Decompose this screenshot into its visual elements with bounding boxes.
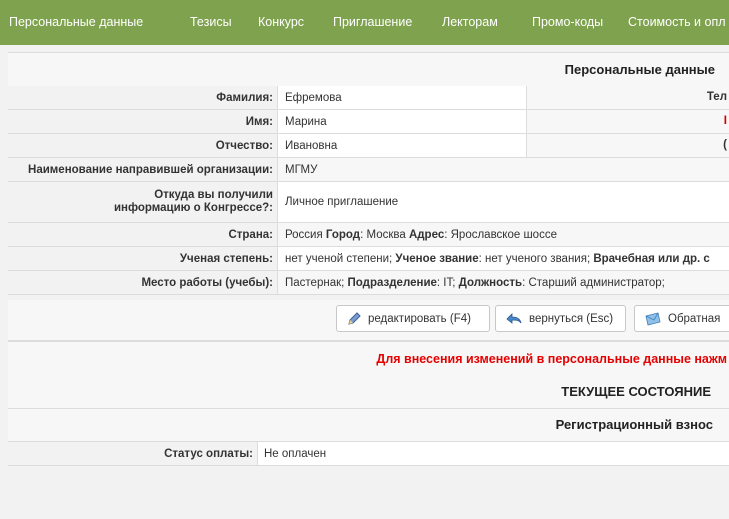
envelope-icon: [645, 312, 661, 325]
registration-fee-header: Регистрационный взнос: [8, 409, 729, 442]
phone-label: Тел: [706, 91, 727, 103]
degree-text: нет ученой степени;: [285, 252, 393, 265]
degree-label: Ученая степень:: [8, 247, 278, 270]
right-cell-2-label: I: [723, 115, 727, 127]
nav-tab-lecturers[interactable]: Лекторам: [442, 0, 498, 45]
nav-tab-cost-payment[interactable]: Стоимость и опл: [628, 0, 726, 45]
surname-label: Фамилия:: [8, 86, 278, 109]
name-label: Имя:: [8, 110, 278, 133]
phone-cell: Тел: [526, 86, 729, 109]
payment-status-label: Статус оплаты:: [8, 442, 258, 465]
workplace-label: Место работы (учебы):: [8, 271, 278, 294]
registration-fee-title: Регистрационный взнос: [555, 417, 713, 432]
location-row: Страна: Россия Город: Москва Адрес: Ярос…: [8, 223, 729, 247]
feedback-button[interactable]: Обратная: [634, 305, 729, 332]
personal-data-section-header: Персональные данные: [8, 52, 729, 87]
feedback-button-label: Обратная: [668, 312, 721, 325]
pencil-icon: [348, 311, 361, 325]
workplace-row: Место работы (учебы): Пастернак; Подразд…: [8, 271, 729, 295]
action-button-bar: редактировать (F4) вернуться (Esc) Обрат…: [8, 300, 729, 341]
edit-notice-bar: Для внесения изменений в персональные да…: [8, 341, 729, 377]
source-label-line1: Откуда вы получили: [154, 189, 273, 201]
name-value: Марина: [285, 115, 327, 128]
department-value: IT;: [443, 276, 456, 289]
payment-status-row: Статус оплаты: Не оплачен: [8, 442, 729, 466]
city-label: Город: [325, 228, 361, 241]
workplace-text: Пастернак;: [285, 276, 345, 289]
source-row: Откуда вы получили информацию о Конгресс…: [8, 182, 729, 223]
department-label: Подразделение: [347, 276, 437, 289]
position-label: Врачебная или др. с: [593, 252, 710, 265]
back-button-label: вернуться (Esc): [529, 312, 614, 325]
edit-button[interactable]: редактировать (F4): [336, 305, 490, 332]
nav-tab-contest[interactable]: Конкурс: [258, 0, 304, 45]
section-title: Персональные данные: [564, 62, 715, 77]
payment-status-value: Не оплачен: [264, 447, 327, 460]
post-label: Должность: [458, 276, 523, 289]
right-cell-3-label: (: [723, 139, 727, 151]
country-label: Страна:: [8, 223, 278, 246]
address-label: Адрес: [408, 228, 445, 241]
city-value: Москва: [366, 228, 406, 241]
patronymic-row: Отчество: Ивановна (: [8, 134, 729, 158]
post-value: Старший администратор;: [528, 276, 665, 289]
top-nav: Персональные данные Тезисы Конкурс Пригл…: [0, 0, 729, 45]
nav-tab-promo-codes[interactable]: Промо-коды: [532, 0, 603, 45]
back-arrow-icon: [506, 312, 522, 324]
organization-row: Наименование направившей организации: МГ…: [8, 158, 729, 182]
source-label-line2: информацию о Конгрессе?:: [113, 202, 273, 214]
edit-button-label: редактировать (F4): [368, 312, 471, 325]
right-cell-2: I: [526, 110, 729, 133]
degree-row: Ученая степень: нет ученой степени; Учен…: [8, 247, 729, 271]
surname-value: Ефремова: [285, 91, 342, 104]
organization-label: Наименование направившей организации:: [8, 158, 278, 181]
source-value: Личное приглашение: [285, 196, 399, 208]
right-cell-3: (: [526, 134, 729, 157]
name-row: Имя: Марина I: [8, 110, 729, 134]
academic-title-value: нет ученого звания;: [485, 252, 591, 265]
academic-title-label: Ученое звание: [395, 252, 479, 265]
workplace-value: Пастернак; Подразделение: IT; Должность:…: [285, 276, 665, 289]
current-state-title: ТЕКУЩЕЕ СОСТОЯНИЕ: [561, 384, 711, 399]
nav-tab-theses[interactable]: Тезисы: [190, 0, 232, 45]
edit-notice-text: Для внесения изменений в персональные да…: [376, 352, 727, 366]
current-state-header: ТЕКУЩЕЕ СОСТОЯНИЕ: [8, 376, 729, 409]
nav-tab-personal-data[interactable]: Персональные данные: [9, 0, 143, 45]
patronymic-label: Отчество:: [8, 134, 278, 157]
address-value: Ярославское шоссе: [450, 228, 557, 241]
nav-tab-invitation[interactable]: Приглашение: [333, 0, 412, 45]
surname-row: Фамилия: Ефремова Тел: [8, 86, 729, 110]
back-button[interactable]: вернуться (Esc): [495, 305, 626, 332]
location-value: Россия Город: Москва Адрес: Ярославское …: [285, 228, 557, 241]
country-value: Россия: [285, 228, 323, 241]
source-label: Откуда вы получили информацию о Конгресс…: [8, 182, 278, 222]
degree-value: нет ученой степени; Ученое звание: нет у…: [285, 252, 710, 265]
patronymic-value: Ивановна: [285, 139, 338, 152]
organization-value: МГМУ: [285, 163, 318, 176]
